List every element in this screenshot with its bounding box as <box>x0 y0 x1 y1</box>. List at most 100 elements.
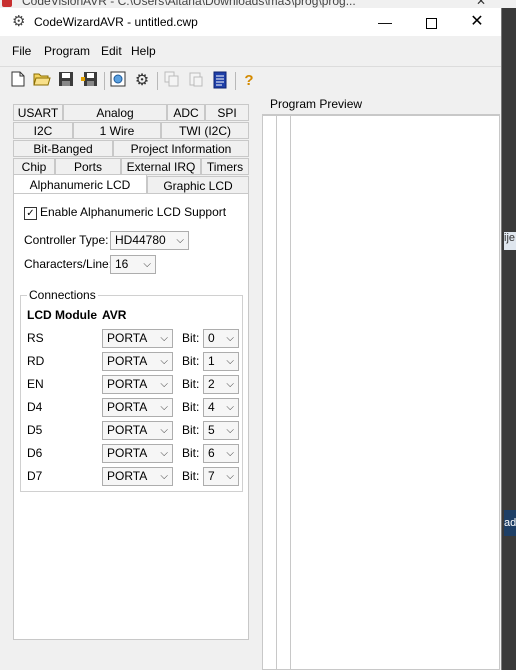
port-value: PORTA <box>107 400 148 414</box>
lcd-pin-label: EN <box>27 377 44 391</box>
port-select[interactable]: PORTA ⌵ <box>102 329 173 348</box>
open-icon[interactable] <box>32 71 52 91</box>
controller-type-label: Controller Type: <box>24 233 109 247</box>
window-title: CodeWizardAVR - untitled.cwp <box>34 15 198 29</box>
tab-spi[interactable]: SPI <box>205 104 249 121</box>
bit-select[interactable]: 4 ⌵ <box>203 398 239 417</box>
tab-graphic-lcd[interactable]: Graphic LCD <box>147 176 249 194</box>
bit-select[interactable]: 0 ⌵ <box>203 329 239 348</box>
bit-select[interactable]: 7 ⌵ <box>203 467 239 486</box>
port-select[interactable]: PORTA ⌵ <box>102 444 173 463</box>
port-value: PORTA <box>107 423 148 437</box>
bit-label: Bit: <box>182 331 200 345</box>
bit-value: 1 <box>208 354 215 368</box>
port-select[interactable]: PORTA ⌵ <box>102 467 173 486</box>
lcd-module-header: LCD Module <box>27 308 97 322</box>
paste-icon[interactable] <box>186 71 206 91</box>
background-window-titlebar: CodeVisionAVR - C:\Users\Altaha\Download… <box>0 0 502 8</box>
bit-label: Bit: <box>182 354 200 368</box>
codewizard-window: ⚙ CodeWizardAVR - untitled.cwp — ✕ File … <box>0 8 502 670</box>
save-icon[interactable] <box>56 71 76 91</box>
tab-chip[interactable]: Chip <box>13 158 55 175</box>
bit-label: Bit: <box>182 423 200 437</box>
save-as-icon[interactable] <box>80 71 100 91</box>
chevron-down-icon: ⌵ <box>160 379 168 390</box>
port-select[interactable]: PORTA ⌵ <box>102 398 173 417</box>
toolbar: ⚙ ? <box>0 66 501 95</box>
help-icon[interactable]: ? <box>239 71 259 91</box>
background-window-strip: ije ad <box>502 0 516 670</box>
lcd-pin-label: RD <box>27 354 45 368</box>
document-icon[interactable] <box>210 71 230 91</box>
chevron-down-icon: ⌵ <box>160 425 168 436</box>
maximize-icon <box>425 17 437 29</box>
chevron-down-icon: ⌵ <box>226 379 234 390</box>
program-preview-title: Program Preview <box>270 97 363 111</box>
tab-i2c[interactable]: I2C <box>13 122 73 139</box>
connections-group: Connections LCD Module AVR RS PORTA ⌵ Bit: 0… <box>20 288 243 492</box>
tab-alphanumeric-lcd[interactable]: Alphanumeric LCD <box>13 174 147 194</box>
tab-analog-comparator[interactable]: Analog Comparator <box>63 104 167 137</box>
port-value: PORTA <box>107 377 148 391</box>
gear-app-icon: ⚙ <box>12 13 26 30</box>
chevron-down-icon: ⌵ <box>176 235 184 246</box>
gear-icon[interactable]: ⚙ <box>132 71 152 91</box>
menu-program[interactable]: Program <box>44 44 90 58</box>
maximize-button[interactable] <box>408 8 454 36</box>
bit-label: Bit: <box>182 377 200 391</box>
enable-lcd-checkbox[interactable]: ✓ <box>24 207 37 220</box>
alphanumeric-lcd-panel: ✓ Enable Alphanumeric LCD Support Contro… <box>13 193 249 640</box>
menu-bar: File Program Edit Help <box>0 41 501 61</box>
port-value: PORTA <box>107 354 148 368</box>
tab-usart[interactable]: USART <box>13 104 63 121</box>
bit-label: Bit: <box>182 446 200 460</box>
lcd-pin-label: D7 <box>27 469 43 483</box>
new-icon[interactable] <box>8 71 28 91</box>
tab-ports[interactable]: Ports <box>55 158 121 175</box>
bit-select[interactable]: 6 ⌵ <box>203 444 239 463</box>
program-preview-header: Program Preview <box>262 94 500 115</box>
tab-adc[interactable]: ADC <box>167 104 205 121</box>
background-close-icon: ✕ <box>476 0 487 8</box>
tab-bit-banged[interactable]: Bit-Banged <box>13 140 113 157</box>
minimize-button[interactable]: — <box>362 8 408 36</box>
port-select[interactable]: PORTA ⌵ <box>102 352 173 371</box>
bit-select[interactable]: 2 ⌵ <box>203 375 239 394</box>
lcd-pin-label: D4 <box>27 400 43 414</box>
copy-icon[interactable] <box>162 71 182 91</box>
bit-value: 6 <box>208 446 215 460</box>
tab-external-irq[interactable]: External IRQ <box>121 158 201 175</box>
chevron-down-icon: ⌵ <box>160 471 168 482</box>
preview-icon[interactable] <box>108 71 128 91</box>
tab-timers[interactable]: Timers <box>201 158 249 175</box>
chevron-down-icon: ⌵ <box>160 448 168 459</box>
connections-title: Connections <box>27 288 98 302</box>
controller-type-value: HD44780 <box>115 233 166 247</box>
menu-edit[interactable]: Edit <box>101 44 122 58</box>
lcd-pin-label: RS <box>27 331 44 345</box>
chevron-down-icon: ⌵ <box>160 402 168 413</box>
chars-per-line-label: Characters/Line: <box>24 257 113 271</box>
bit-value: 4 <box>208 400 215 414</box>
chevron-down-icon: ⌵ <box>160 356 168 367</box>
port-select[interactable]: PORTA ⌵ <box>102 421 173 440</box>
chevron-down-icon: ⌵ <box>226 333 234 344</box>
port-select[interactable]: PORTA ⌵ <box>102 375 173 394</box>
bit-value: 5 <box>208 423 215 437</box>
tab-twi[interactable]: TWI (I2C) <box>161 122 249 139</box>
title-bar[interactable]: ⚙ CodeWizardAVR - untitled.cwp — ✕ <box>0 8 501 36</box>
bit-select[interactable]: 1 ⌵ <box>203 352 239 371</box>
chars-per-line-select[interactable]: 16 ⌵ <box>110 255 156 274</box>
background-button-fragment: ad <box>504 510 516 536</box>
program-preview-area[interactable] <box>262 115 500 670</box>
close-button[interactable]: ✕ <box>454 8 500 36</box>
chevron-down-icon: ⌵ <box>226 425 234 436</box>
controller-type-select[interactable]: HD44780 ⌵ <box>110 231 189 250</box>
chevron-down-icon: ⌵ <box>226 356 234 367</box>
avr-header: AVR <box>102 308 127 322</box>
menu-file[interactable]: File <box>12 44 31 58</box>
menu-help[interactable]: Help <box>131 44 156 58</box>
tab-1-wire[interactable]: 1 Wire <box>73 122 161 139</box>
bit-select[interactable]: 5 ⌵ <box>203 421 239 440</box>
tab-project-information[interactable]: Project Information <box>113 140 249 157</box>
